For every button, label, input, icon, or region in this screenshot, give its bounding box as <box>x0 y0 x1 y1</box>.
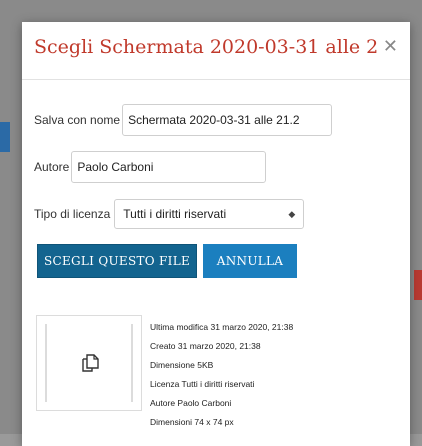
meta-size-value: 5KB <box>197 360 214 370</box>
save-as-label: Salva con nome <box>34 113 121 127</box>
meta-author: Autore Paolo Carboni <box>150 394 293 413</box>
file-picker-dialog: Scegli Schermata 2020-03-31 alle 21.2.. … <box>22 22 410 446</box>
meta-author-value: Paolo Carboni <box>177 398 232 408</box>
meta-dimensions-label: Dimensioni <box>150 417 193 427</box>
meta-created: Creato 31 marzo 2020, 21:38 <box>150 337 293 356</box>
file-copy-icon <box>82 354 99 372</box>
author-input[interactable]: Paolo Carboni <box>71 151 267 183</box>
meta-size-label: Dimensione <box>150 360 195 370</box>
background-page-element <box>414 270 422 300</box>
license-select-value: Tutti i diritti riservati <box>123 207 227 221</box>
meta-created-label: Creato <box>150 341 176 351</box>
file-preview <box>36 315 142 411</box>
save-as-row: Salva con nome Schermata 2020-03-31 alle… <box>34 104 333 136</box>
close-icon[interactable]: ✕ <box>383 37 398 57</box>
meta-license-label: Licenza <box>150 379 180 389</box>
cancel-button[interactable]: ANNULLA <box>203 244 297 278</box>
meta-dimensions: Dimensioni 74 x 74 px <box>150 413 293 432</box>
author-label: Autore <box>34 160 70 174</box>
author-row: Autore Paolo Carboni <box>34 151 267 183</box>
dialog-title: Scegli Schermata 2020-03-31 alle 21.2.. <box>34 36 379 58</box>
license-row: Tipo di licenza Tutti i diritti riservat… <box>34 199 305 229</box>
dialog-header: Scegli Schermata 2020-03-31 alle 21.2.. … <box>22 22 410 80</box>
meta-size: Dimensione 5KB <box>150 356 293 375</box>
meta-license: Licenza Tutti i diritti riservati <box>150 375 293 394</box>
meta-license-value: Tutti i diritti riservati <box>181 379 255 389</box>
background-page-element <box>0 122 10 152</box>
choose-file-button[interactable]: SCEGLI QUESTO FILE <box>37 244 197 278</box>
license-select[interactable]: Tutti i diritti riservati ◆ <box>114 199 305 229</box>
meta-modified: Ultima modifica 31 marzo 2020, 21:38 <box>150 318 293 337</box>
meta-created-value: 31 marzo 2020, 21:38 <box>177 341 261 351</box>
file-metadata: Ultima modifica 31 marzo 2020, 21:38 Cre… <box>150 318 293 432</box>
license-label: Tipo di licenza <box>34 207 111 221</box>
meta-author-label: Autore <box>150 398 176 408</box>
meta-dimensions-value: 74 x 74 px <box>194 417 234 427</box>
meta-modified-label: Ultima modifica <box>150 322 209 332</box>
select-arrows-icon: ◆ <box>288 208 296 219</box>
save-as-input[interactable]: Schermata 2020-03-31 alle 21.2 <box>122 104 333 136</box>
meta-modified-value: 31 marzo 2020, 21:38 <box>210 322 294 332</box>
file-preview-frame <box>45 324 133 402</box>
